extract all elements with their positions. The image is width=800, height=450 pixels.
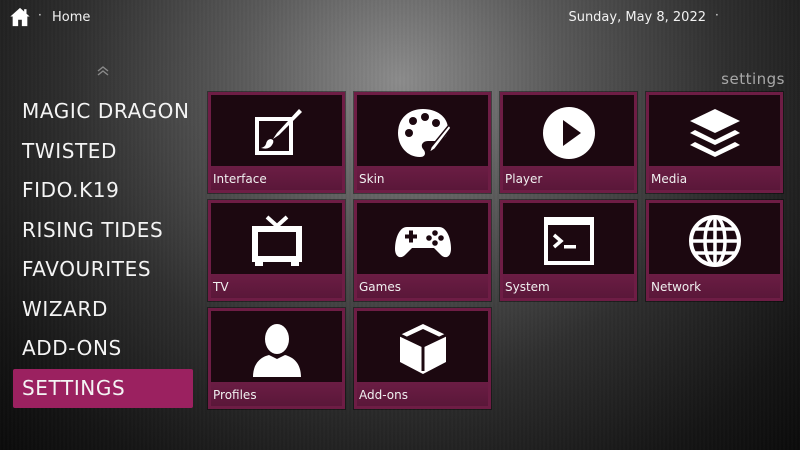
menu-item-magic-dragon[interactable]: MAGIC DRAGON bbox=[13, 92, 193, 132]
tile-add-ons[interactable]: Add-ons bbox=[354, 308, 491, 409]
tile-label: Add-ons bbox=[359, 388, 408, 402]
play-icon bbox=[539, 103, 599, 163]
tile-tv[interactable]: TV bbox=[208, 200, 345, 301]
tile-media[interactable]: Media bbox=[646, 92, 783, 193]
menu-item-rising-tides[interactable]: RISING TIDES bbox=[13, 211, 193, 251]
tile-games[interactable]: Games bbox=[354, 200, 491, 301]
menu-item-favourites[interactable]: FAVOURITES bbox=[13, 250, 193, 290]
tile-player[interactable]: Player bbox=[500, 92, 637, 193]
section-label: settings bbox=[721, 70, 785, 88]
top-bar: · Home Sunday, May 8, 2022 · bbox=[0, 0, 800, 36]
paint-canvas-icon bbox=[247, 103, 307, 163]
tile-label: Network bbox=[651, 280, 702, 294]
terminal-icon bbox=[539, 211, 599, 271]
tile-skin[interactable]: Skin bbox=[354, 92, 491, 193]
breadcrumb: Home bbox=[52, 10, 91, 25]
tile-system[interactable]: System bbox=[500, 200, 637, 301]
tv-icon bbox=[247, 211, 307, 271]
home-icon[interactable] bbox=[9, 6, 31, 28]
date-display: Sunday, May 8, 2022 bbox=[568, 10, 706, 25]
menu-item-settings[interactable]: SETTINGS bbox=[13, 368, 193, 408]
date-separator: · bbox=[715, 8, 719, 22]
box-icon bbox=[393, 319, 453, 379]
globe-icon bbox=[685, 211, 745, 271]
tile-label: Media bbox=[651, 172, 688, 186]
layers-icon bbox=[685, 103, 745, 163]
breadcrumb-separator: · bbox=[38, 8, 42, 22]
tile-label: Skin bbox=[359, 172, 385, 186]
tile-profiles[interactable]: Profiles bbox=[208, 308, 345, 409]
tile-label: Profiles bbox=[213, 388, 257, 402]
tile-network[interactable]: Network bbox=[646, 200, 783, 301]
menu-item-add-ons[interactable]: ADD-ONS bbox=[13, 329, 193, 369]
tile-interface[interactable]: Interface bbox=[208, 92, 345, 193]
menu-item-wizard[interactable]: WIZARD bbox=[13, 290, 193, 330]
menu-item-twisted[interactable]: TWISTED bbox=[13, 132, 193, 172]
main-menu: MAGIC DRAGON TWISTED FIDO.K19 RISING TID… bbox=[13, 92, 193, 408]
tile-label: TV bbox=[213, 280, 229, 294]
user-icon bbox=[247, 319, 307, 379]
chevron-up-icon[interactable] bbox=[96, 64, 110, 78]
gamepad-icon bbox=[393, 211, 453, 271]
palette-icon bbox=[393, 103, 453, 163]
tile-label: Interface bbox=[213, 172, 267, 186]
tile-label: Player bbox=[505, 172, 543, 186]
tile-label: Games bbox=[359, 280, 401, 294]
menu-item-fido-k19[interactable]: FIDO.K19 bbox=[13, 171, 193, 211]
tile-label: System bbox=[505, 280, 550, 294]
